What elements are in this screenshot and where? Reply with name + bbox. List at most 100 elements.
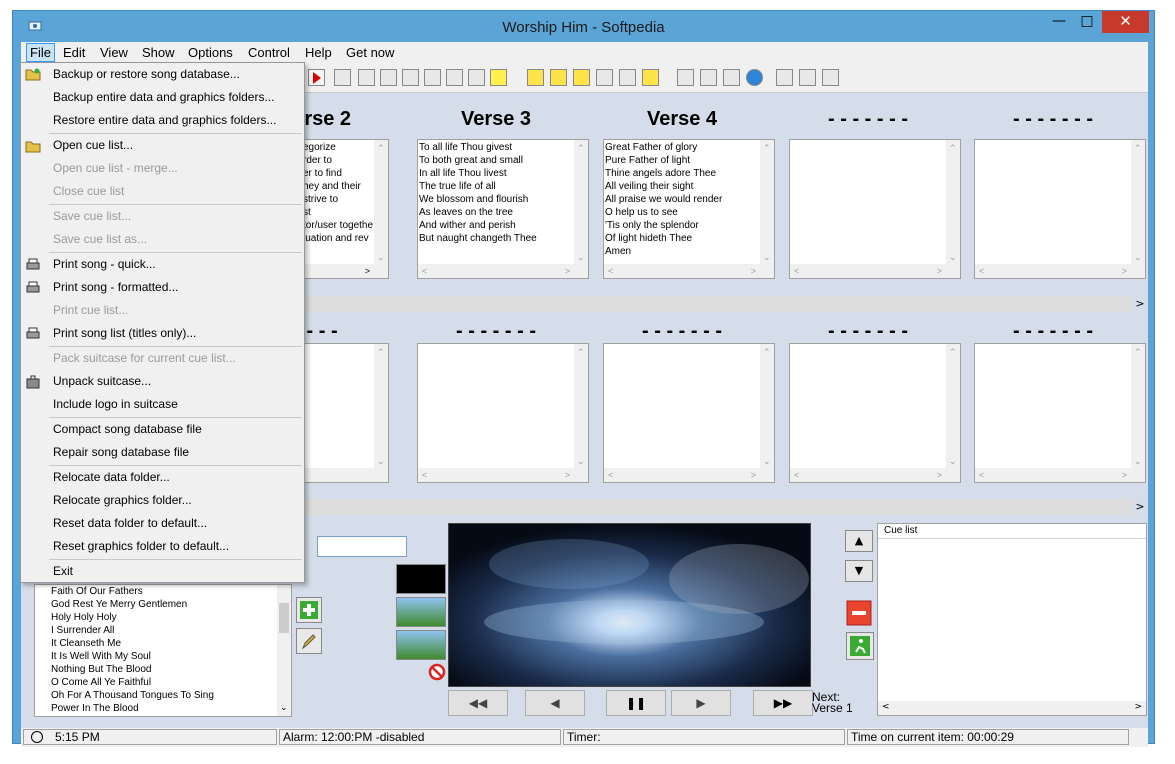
scroll-right-arrow[interactable]: > bbox=[1133, 499, 1147, 515]
horizontal-scrollbar[interactable]: < > bbox=[878, 701, 1146, 715]
toolbar-note-icon[interactable] bbox=[358, 69, 375, 86]
horizontal-scrollbar[interactable]: < > bbox=[790, 468, 960, 482]
vertical-scrollbar[interactable]: ⌃ ⌄ bbox=[946, 140, 960, 266]
list-item[interactable]: Faith Of Our Fathers bbox=[51, 585, 291, 598]
menu-edit[interactable]: Edit bbox=[63, 45, 85, 60]
menu-item-print-cue-list[interactable]: Print cue list... bbox=[53, 300, 128, 321]
lyrics-box-empty[interactable]: ⌃ ⌄ < > bbox=[789, 139, 961, 279]
menu-item-open-cue-list[interactable]: Open cue list... bbox=[53, 135, 133, 156]
list-item[interactable]: I Surrender All bbox=[51, 624, 291, 637]
list-item[interactable]: Oh For A Thousand Tongues To Sing bbox=[51, 689, 291, 702]
toolbar-m2-icon[interactable] bbox=[799, 69, 816, 86]
vertical-scrollbar[interactable]: ⌄ bbox=[277, 585, 291, 716]
menu-file[interactable]: File bbox=[26, 43, 55, 62]
lyrics-box-empty[interactable]: ⌃ ⌄ < > bbox=[974, 343, 1146, 483]
title-bar[interactable]: Worship Him - Softpedia — □ ✕ bbox=[13, 11, 1154, 42]
toolbar-card-icon[interactable] bbox=[468, 69, 485, 86]
list-item[interactable]: Power In The Blood bbox=[51, 702, 291, 715]
list-item[interactable]: O Come All Ye Faithful bbox=[51, 676, 291, 689]
close-button[interactable]: ✕ bbox=[1102, 11, 1149, 33]
horizontal-scrollbar[interactable]: < > bbox=[790, 264, 960, 278]
minimize-button[interactable]: — bbox=[1045, 11, 1073, 33]
menu-item-reset-data[interactable]: Reset data folder to default... bbox=[53, 513, 207, 534]
previous-button[interactable]: ◀ bbox=[525, 690, 585, 716]
horizontal-scrollbar[interactable]: < > bbox=[975, 264, 1145, 278]
vertical-scrollbar[interactable]: ⌃ ⌄ bbox=[1131, 140, 1145, 266]
vertical-scrollbar[interactable]: ⌃ ⌄ bbox=[374, 140, 388, 266]
toolbar-crop-icon[interactable] bbox=[700, 69, 717, 86]
toolbar-slide-e-icon[interactable] bbox=[619, 69, 636, 86]
vertical-scrollbar[interactable]: ⌃ ⌄ bbox=[760, 140, 774, 266]
menu-item-save-cue-list[interactable]: Save cue list... bbox=[53, 206, 131, 227]
toolbar-slide-f-icon[interactable] bbox=[642, 69, 659, 86]
menu-control[interactable]: Control bbox=[248, 45, 290, 60]
menu-item-exit[interactable]: Exit bbox=[53, 561, 73, 582]
background-image-button[interactable] bbox=[396, 597, 446, 627]
toolbar-play-icon[interactable] bbox=[308, 69, 325, 86]
search-input[interactable] bbox=[317, 536, 407, 557]
list-item[interactable]: It Cleanseth Me bbox=[51, 637, 291, 650]
toolbar-chart-icon[interactable] bbox=[402, 69, 419, 86]
toolbar-slide-c-icon[interactable] bbox=[573, 69, 590, 86]
song-list[interactable]: Faith Of Our Fathers God Rest Ye Merry G… bbox=[34, 584, 292, 717]
menu-item-include-logo[interactable]: Include logo in suitcase bbox=[53, 394, 178, 415]
toolbar-pen-icon[interactable] bbox=[490, 69, 507, 86]
horizontal-scrollbar[interactable]: < > bbox=[418, 264, 588, 278]
toolbar-globe-icon[interactable] bbox=[746, 69, 763, 86]
next-button[interactable]: ▶ bbox=[671, 690, 731, 716]
lyrics-box-empty[interactable]: ⌃ ⌄ < > bbox=[603, 343, 775, 483]
menu-item-open-cue-merge[interactable]: Open cue list - merge... bbox=[53, 158, 178, 179]
no-display-button[interactable] bbox=[428, 663, 446, 681]
lyrics-box-empty[interactable]: ⌃ ⌄ < > bbox=[417, 343, 589, 483]
horizontal-scrollbar[interactable]: < > bbox=[604, 264, 774, 278]
menu-get-now[interactable]: Get now bbox=[346, 45, 394, 60]
list-item[interactable]: It Is Well With My Soul bbox=[51, 650, 291, 663]
menu-item-relocate-graphics[interactable]: Relocate graphics folder... bbox=[53, 490, 192, 511]
rewind-button[interactable]: ◀◀ bbox=[448, 690, 508, 716]
move-down-button[interactable]: ▼ bbox=[845, 560, 873, 582]
lyrics-box-empty[interactable]: ⌃ ⌄ < > bbox=[789, 343, 961, 483]
vertical-scrollbar[interactable]: ⌃ ⌄ bbox=[946, 344, 960, 470]
toolbar-m1-icon[interactable] bbox=[776, 69, 793, 86]
lyrics-box-verse-4[interactable]: Great Father of glory Pure Father of lig… bbox=[603, 139, 775, 279]
edit-song-button[interactable] bbox=[296, 628, 322, 654]
black-screen-button[interactable] bbox=[396, 564, 446, 594]
menu-show[interactable]: Show bbox=[142, 45, 175, 60]
lyrics-box-verse-3[interactable]: To all life Thou givest To both great an… bbox=[417, 139, 589, 279]
menu-item-print-quick[interactable]: Print song - quick... bbox=[53, 254, 156, 275]
vertical-scrollbar[interactable]: ⌃ ⌄ bbox=[574, 344, 588, 470]
toolbar-slide-b-icon[interactable] bbox=[550, 69, 567, 86]
menu-view[interactable]: View bbox=[100, 45, 128, 60]
logo-image-button[interactable] bbox=[396, 630, 446, 660]
maximize-button[interactable]: □ bbox=[1073, 11, 1101, 33]
menu-item-save-cue-list-as[interactable]: Save cue list as... bbox=[53, 229, 147, 250]
toolbar-sun-icon[interactable] bbox=[723, 69, 740, 86]
list-item[interactable]: God Rest Ye Merry Gentlemen bbox=[51, 598, 291, 611]
forward-button[interactable]: ▶▶ bbox=[753, 690, 813, 716]
toolbar-stand-icon[interactable] bbox=[424, 69, 441, 86]
vertical-scrollbar[interactable]: ⌃ ⌄ bbox=[1131, 344, 1145, 470]
horizontal-scrollbar[interactable]: < > bbox=[604, 468, 774, 482]
menu-item-backup-restore-db[interactable]: Backup or restore song database... bbox=[53, 64, 240, 85]
toolbar-brush-icon[interactable] bbox=[677, 69, 694, 86]
menu-item-print-formatted[interactable]: Print song - formatted... bbox=[53, 277, 178, 298]
menu-item-unpack-suitcase[interactable]: Unpack suitcase... bbox=[53, 371, 151, 392]
menu-item-reset-graphics[interactable]: Reset graphics folder to default... bbox=[53, 536, 229, 557]
menu-item-repair-db[interactable]: Repair song database file bbox=[53, 442, 189, 463]
menu-item-pack-suitcase[interactable]: Pack suitcase for current cue list... bbox=[53, 348, 236, 369]
move-up-button[interactable]: ▲ bbox=[845, 530, 873, 552]
lyrics-box-empty[interactable]: ⌃ ⌄ < > bbox=[974, 139, 1146, 279]
toolbar-slide-d-icon[interactable] bbox=[596, 69, 613, 86]
toolbar-book-icon[interactable] bbox=[334, 69, 351, 86]
menu-item-print-song-list[interactable]: Print song list (titles only)... bbox=[53, 323, 196, 344]
menu-item-compact-db[interactable]: Compact song database file bbox=[53, 419, 202, 440]
horizontal-scrollbar[interactable]: < > bbox=[418, 468, 588, 482]
scroll-right-arrow[interactable]: > bbox=[1133, 296, 1147, 312]
pause-button[interactable]: ❚❚ bbox=[606, 690, 666, 716]
menu-item-close-cue-list[interactable]: Close cue list bbox=[53, 181, 124, 202]
toolbar-slide-a-icon[interactable] bbox=[527, 69, 544, 86]
toolbar-music-icon[interactable] bbox=[380, 69, 397, 86]
menu-item-restore-folders[interactable]: Restore entire data and graphics folders… bbox=[53, 110, 276, 131]
toolbar-split-icon[interactable] bbox=[446, 69, 463, 86]
exit-cue-button[interactable] bbox=[846, 632, 874, 660]
